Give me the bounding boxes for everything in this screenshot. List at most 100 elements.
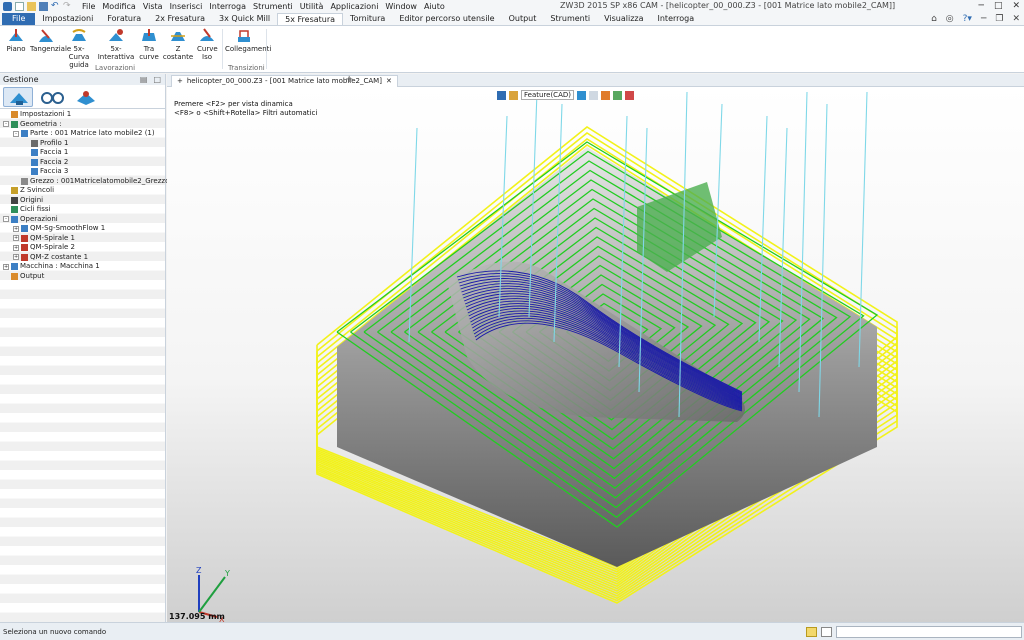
help-icon[interactable]: ?▾ — [963, 14, 972, 24]
tree-expand-toggle[interactable]: - — [3, 216, 9, 223]
tree-item[interactable]: Output — [3, 272, 44, 282]
menu-interroga[interactable]: Interroga — [209, 2, 246, 11]
tangenziale-button[interactable]: Tangenziale — [30, 28, 71, 53]
tree-expand-toggle[interactable]: + — [13, 225, 19, 232]
menu-inserisci[interactable]: Inserisci — [170, 2, 203, 11]
tree-expand-toggle[interactable]: - — [3, 121, 9, 128]
piano-button[interactable]: Piano — [4, 28, 28, 53]
tree-item-label: Parte : 001 Matrice lato mobile2 (1) — [30, 129, 155, 137]
filter-select[interactable]: Feature(CAD) — [521, 90, 574, 100]
tool-library-tab[interactable] — [71, 87, 101, 107]
save-view-icon[interactable] — [624, 90, 634, 100]
tree-item[interactable]: Origini — [3, 196, 43, 206]
curve-iso-button[interactable]: Curve Iso — [196, 28, 218, 61]
tab-interroga[interactable]: Interroga — [651, 13, 702, 25]
tab-foratura[interactable]: Foratura — [100, 13, 148, 25]
tree-expand-toggle[interactable]: + — [13, 235, 19, 242]
panel-header: Gestione ▤ □ — [0, 74, 165, 85]
new-tab-icon[interactable]: + — [345, 74, 353, 85]
tree-item[interactable]: - Parte : 001 Matrice lato mobile2 (1) — [13, 129, 155, 139]
tree-item[interactable]: Profilo 1 — [23, 139, 68, 149]
operation-icon — [21, 225, 28, 233]
tab-strumenti[interactable]: Strumenti — [543, 13, 597, 25]
save-file-icon[interactable] — [39, 2, 48, 11]
cad-viewport[interactable]: Z X Y Premere <F2> per vista dinamica <F… — [167, 87, 1024, 622]
background-icon[interactable] — [612, 90, 622, 100]
tree-item[interactable]: - Geometria : — [3, 120, 62, 130]
status-grid-icon[interactable] — [821, 627, 832, 637]
toolpath-scene[interactable]: Z X Y — [167, 87, 1024, 622]
tra-curve-button[interactable]: Tra curve — [138, 28, 160, 61]
ribbon-close-icon[interactable]: ✕ — [1012, 14, 1020, 24]
tree-expand-toggle[interactable]: - — [13, 130, 19, 137]
display-mode-icon[interactable] — [576, 90, 586, 100]
pick-tool-icon[interactable] — [509, 90, 518, 100]
menu-utilita[interactable]: Utilità — [300, 2, 324, 11]
menu-aiuto[interactable]: Aiuto — [424, 2, 445, 11]
tree-item[interactable]: + QM-Spirale 1 — [13, 234, 75, 244]
document-tab[interactable]: + helicopter_00_000.Z3 - [001 Matrice la… — [171, 75, 398, 87]
view-orientation-icon[interactable] — [588, 90, 598, 100]
tab-3x-quick-mill[interactable]: 3x Quick Mill — [212, 13, 277, 25]
minimize-icon[interactable]: ─ — [979, 1, 984, 11]
tab-tornitura[interactable]: Tornitura — [343, 13, 392, 25]
tree-item[interactable]: - Operazioni — [3, 215, 58, 225]
app-logo-icon[interactable] — [3, 2, 12, 11]
tree-item[interactable]: + QM-Z costante 1 — [13, 253, 88, 263]
tree-item[interactable]: Faccia 3 — [23, 167, 68, 177]
tree-expand-toggle[interactable]: + — [13, 244, 19, 251]
tab-2x-fresatura[interactable]: 2x Fresatura — [148, 13, 212, 25]
tab-visualizza[interactable]: Visualizza — [597, 13, 650, 25]
ribbon-restore-icon[interactable]: ❐ — [995, 14, 1003, 24]
pick-filter-icon[interactable] — [497, 90, 506, 100]
redo-icon[interactable]: ↷ — [63, 2, 72, 11]
ribbon-minimize-icon[interactable]: ─ — [981, 14, 986, 24]
operation-tree: Impostazioni 1- Geometria : - Parte : 001 M… — [0, 109, 188, 622]
tree-item[interactable]: Grezzo : 001Matricelatomobile2_Grezzo.1 … — [13, 177, 188, 187]
menu-modifica[interactable]: Modifica — [102, 2, 135, 11]
menu-vista[interactable]: Vista — [143, 2, 163, 11]
tree-item[interactable]: Faccia 2 — [23, 158, 68, 168]
tree-item[interactable]: + QM-Sg-SmoothFlow 1 — [13, 224, 105, 234]
tab-close-icon[interactable]: ✕ — [386, 76, 392, 87]
render-style-icon[interactable] — [600, 90, 610, 100]
tree-item[interactable]: + Macchina : Macchina 1 — [3, 262, 100, 272]
tab-impostazioni[interactable]: Impostazioni — [35, 13, 100, 25]
command-input[interactable] — [836, 626, 1022, 638]
undo-icon[interactable]: ↶ — [51, 2, 60, 11]
origin-icon — [11, 196, 18, 204]
tool-library-icon — [77, 91, 95, 105]
tree-expand-toggle[interactable]: + — [3, 263, 9, 270]
tree-item-label: Profilo 1 — [40, 138, 69, 147]
status-toggle-icon[interactable] — [806, 627, 817, 637]
z-costante-button[interactable]: Z costante — [162, 28, 194, 61]
tab-output[interactable]: Output — [502, 13, 544, 25]
tab-5x-fresatura[interactable]: 5x Fresatura — [277, 13, 344, 25]
menu-window[interactable]: Window — [385, 2, 417, 11]
menu-applicazioni[interactable]: Applicazioni — [330, 2, 378, 11]
interattiva-button[interactable]: 5x-Interattiva — [96, 28, 136, 61]
tab-editor-percorso[interactable]: Editor percorso utensile — [392, 13, 501, 25]
tab-file[interactable]: File — [2, 13, 36, 25]
cam-manager-tab[interactable] — [3, 87, 33, 107]
tree-expand-toggle[interactable]: + — [13, 254, 19, 261]
open-file-icon[interactable] — [27, 2, 36, 11]
maximize-icon[interactable]: □ — [994, 1, 1003, 11]
tree-item[interactable]: Cicli fissi — [3, 205, 50, 215]
menu-file[interactable]: File — [82, 2, 95, 11]
new-file-icon[interactable] — [15, 2, 24, 11]
panel-close-icon[interactable]: □ — [153, 74, 161, 85]
globe-icon[interactable]: ◎ — [946, 14, 954, 24]
tree-item[interactable]: Faccia 1 — [23, 148, 68, 158]
close-icon[interactable]: ✕ — [1012, 1, 1020, 11]
curva-guida-button[interactable]: 5x-Curva guida — [64, 28, 94, 69]
view-manager-tab[interactable] — [37, 87, 67, 107]
panel-pin-icon[interactable]: ▤ — [140, 74, 148, 85]
menu-strumenti[interactable]: Strumenti — [253, 2, 293, 11]
tree-item[interactable]: + QM-Spirale 2 — [13, 243, 75, 253]
tree-item[interactable]: Impostazioni 1 — [3, 110, 71, 120]
collegamenti-button[interactable]: Collegamenti — [225, 28, 271, 53]
home-icon[interactable]: ⌂ — [931, 14, 937, 24]
document-tab-bar: + helicopter_00_000.Z3 - [001 Matrice la… — [167, 74, 1024, 87]
tree-item[interactable]: Z Svincoli — [3, 186, 54, 196]
